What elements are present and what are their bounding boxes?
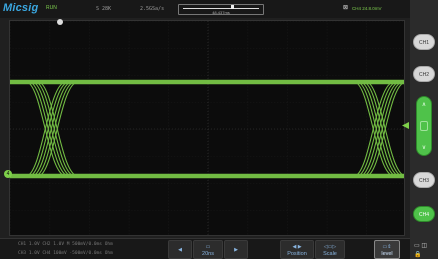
time-window-marker[interactable]	[231, 5, 234, 9]
system-status-icons: ▭ ◫	[414, 243, 428, 249]
position-label: Position	[287, 251, 307, 257]
right-control-panel: CH1 CH2 ∧ ∨ CH3 CH4	[410, 0, 438, 259]
time-window-label: 48.437ms	[212, 10, 230, 15]
time-window-indicator[interactable]: 48.437ms	[178, 4, 264, 15]
scale-icon: ◁▭▷	[323, 244, 337, 250]
timebase-value: 20ns	[202, 251, 214, 257]
trigger-icon: ⊠	[343, 5, 349, 11]
run-state[interactable]: RUN	[46, 5, 57, 11]
scale-button[interactable]: ◁▭▷ Scale	[315, 240, 345, 259]
chevron-left-icon: ◀	[178, 247, 182, 253]
ch4-ground-marker[interactable]: 4	[4, 170, 12, 178]
level-icon: ▭⇕	[382, 244, 392, 250]
channel-info-row1: CH1 1.0V CH2 1.0V M 500mV/0.0ms Ohm	[18, 242, 113, 247]
chevron-right-icon: ▶	[234, 247, 238, 253]
scale-label: Scale	[323, 251, 337, 257]
ch2-button[interactable]: CH2	[413, 66, 435, 82]
rocker-center	[420, 121, 428, 131]
channel-info-row2: CH3 1.0V CH4 100mV ·500mV/0.0ms Ohm	[18, 251, 113, 256]
sample-rate: 2.5GSa/s	[140, 6, 165, 12]
ch4-button[interactable]: CH4	[413, 206, 435, 222]
lock-icon[interactable]: 🔒	[414, 251, 421, 258]
sample-depth: S 28K	[96, 6, 112, 12]
ch4-ground-label: 4	[6, 171, 10, 177]
level-button[interactable]: ▭⇕ level	[374, 240, 400, 259]
timebase-right-button[interactable]: ▶	[224, 240, 248, 259]
ch1-button[interactable]: CH1	[413, 34, 435, 50]
rocker-down-icon[interactable]: ∨	[417, 144, 431, 151]
trigger-position-marker[interactable]	[57, 19, 63, 25]
brand-logo: Micsig	[3, 2, 39, 14]
trigger-info[interactable]: CH4 24.8.0mV	[352, 6, 382, 11]
eye-diagram	[10, 21, 404, 235]
graticule-grid	[10, 21, 404, 235]
top-status-bar: Micsig RUN S 28K 2.5GSa/s 48.437ms ⊠ CH4…	[0, 0, 410, 18]
oscilloscope-screen: Micsig RUN S 28K 2.5GSa/s 48.437ms ⊠ CH4…	[0, 0, 438, 259]
level-label: level	[381, 251, 393, 257]
timebase-display[interactable]: ▭ 20ns	[193, 240, 223, 259]
level-rocker[interactable]: ∧ ∨	[416, 96, 432, 156]
ch3-button[interactable]: CH3	[413, 172, 435, 188]
position-arrows-icon: ◀ ▶	[292, 244, 302, 250]
bottom-control-bar: CH1 1.0V CH2 1.0V M 500mV/0.0ms Ohm CH3 …	[0, 238, 410, 259]
waveform-display[interactable]	[9, 20, 405, 236]
position-button[interactable]: ◀ ▶ Position	[280, 240, 314, 259]
time-window-track	[183, 8, 259, 9]
rocker-up-icon[interactable]: ∧	[417, 101, 431, 108]
timebase-left-button[interactable]: ◀	[168, 240, 192, 259]
timebase-icon: ▭	[205, 244, 211, 250]
